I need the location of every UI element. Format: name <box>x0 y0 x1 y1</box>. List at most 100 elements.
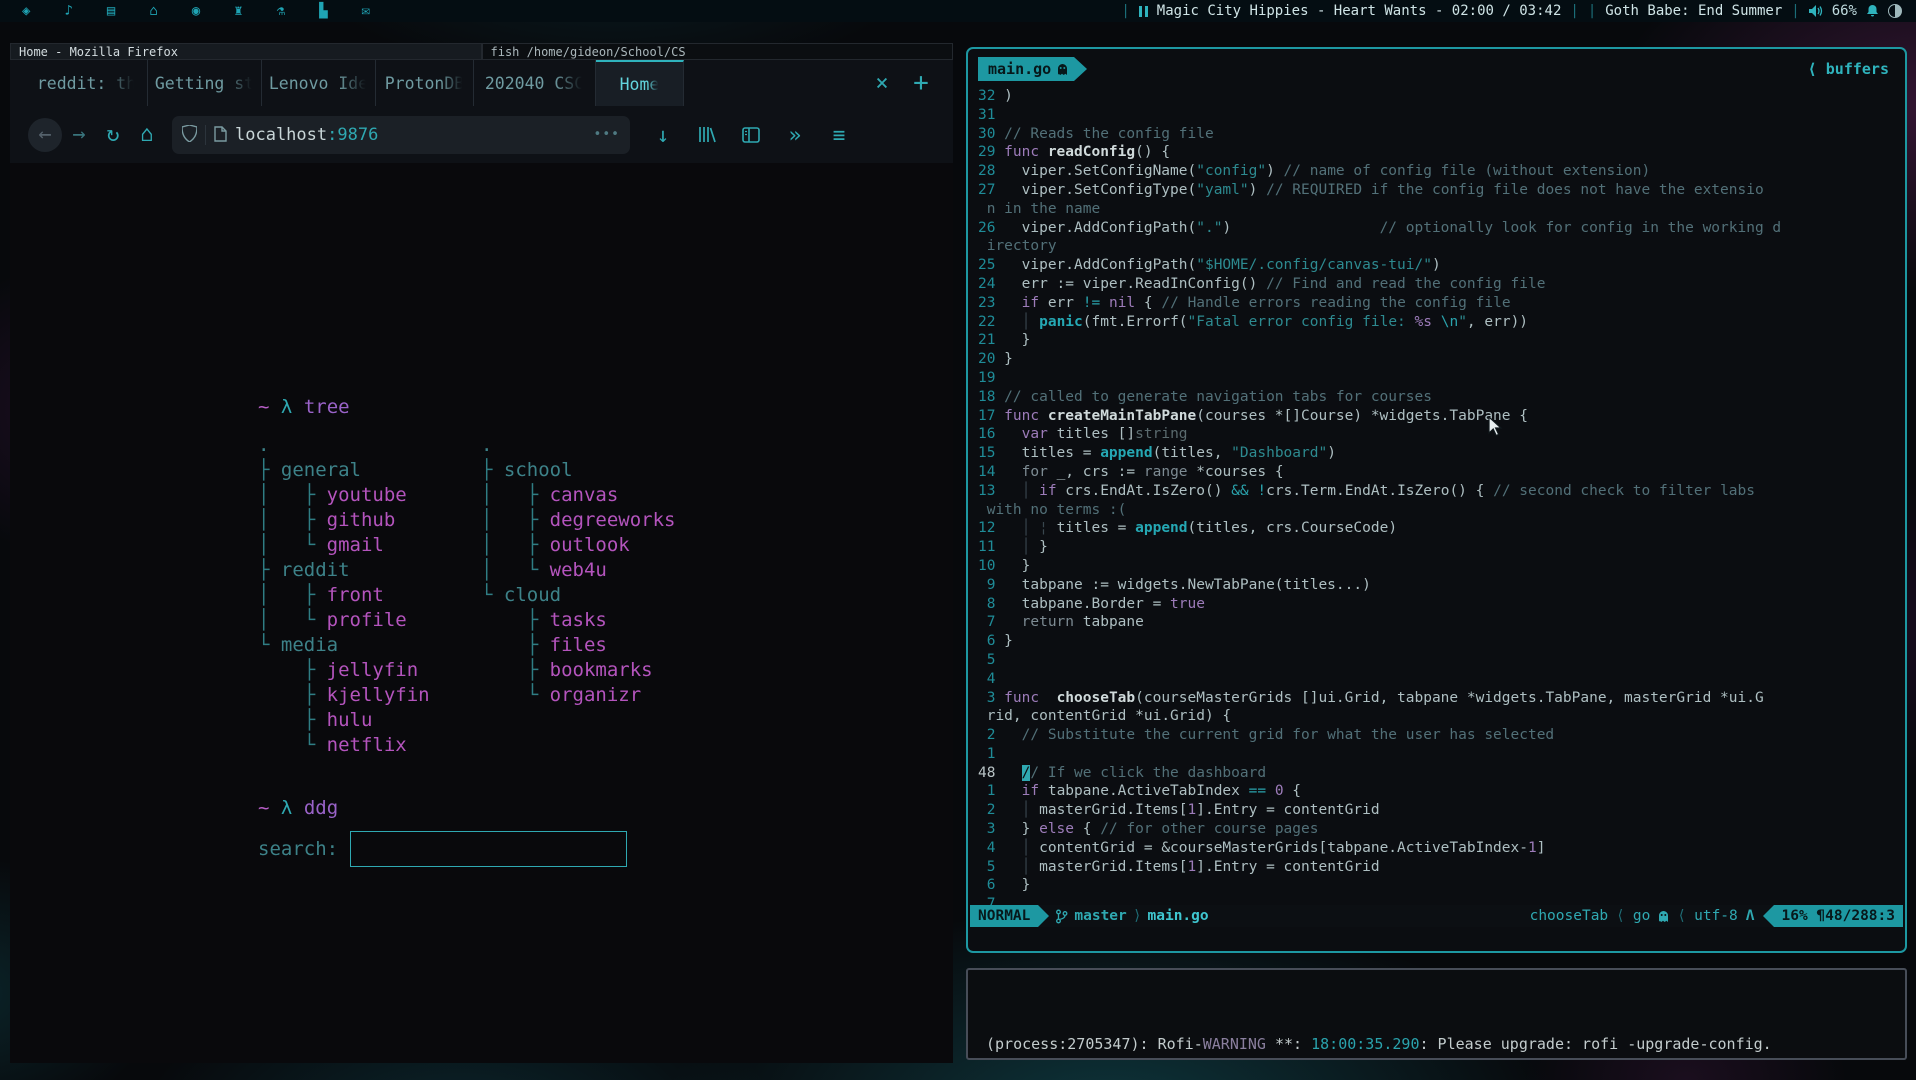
tree-link-gmail[interactable]: │ └ gmail <box>258 533 481 558</box>
tree-link-jellyfin[interactable]: ├ jellyfin <box>258 658 481 683</box>
tree-link-outlook[interactable]: │ ├ outlook <box>481 533 675 558</box>
tree-link-front[interactable]: │ ├ front <box>258 583 481 608</box>
menu-hamburger-icon[interactable]: ≡ <box>822 118 856 152</box>
code-line: 14 for _, crs := range *courses { <box>978 463 1284 480</box>
volume-level: 66% <box>1831 3 1857 19</box>
code-editor[interactable]: 32) 31 30// Reads the config file 29 func re… <box>978 87 1905 914</box>
close-tab-button[interactable]: × <box>865 71 899 96</box>
code-line: 17 func createMainTabPane(courses *[]Cour… <box>978 407 1528 424</box>
tree-link-degreeworks[interactable]: │ ├ degreeworks <box>481 508 675 533</box>
code-line: 21 } <box>978 332 1031 349</box>
browser-tab-2[interactable]: Getting st <box>148 60 262 106</box>
tree-link-organizr[interactable]: └ organizr <box>481 683 675 708</box>
library-icon[interactable] <box>690 118 724 152</box>
shell-prompt-tree: ~ λ tree <box>258 396 350 418</box>
code-line: 1 <box>986 745 996 762</box>
tree-link-kjellyfin[interactable]: ├ kjellyfin <box>258 683 481 708</box>
tree-node-reddit: ├ reddit <box>258 559 350 581</box>
code-line: rid, contentGrid *ui.Grid) { <box>986 708 1232 725</box>
launcher-icon[interactable]: ◈ <box>22 0 30 22</box>
tree-link-bookmarks[interactable]: ├ bookmarks <box>481 658 675 683</box>
up-next: Goth Babe: End Summer <box>1605 3 1783 19</box>
bank-icon[interactable]: ♜ <box>234 0 242 22</box>
go-ghost-icon <box>1058 63 1068 75</box>
tree-link-tasks[interactable]: ├ tasks <box>481 608 675 633</box>
code-line: 27 viper.SetConfigType("yaml") // REQUIR… <box>978 181 1764 198</box>
browser-toolbar: ← → ↻ ⌂ localhost:9876 ••• ↓ » ≡ <box>10 106 953 163</box>
tree-link-netflix[interactable]: └ netflix <box>258 733 481 758</box>
code-line: 18// called to generate navigation tabs … <box>978 388 1432 405</box>
music-icon[interactable]: ♪ <box>64 0 72 22</box>
tree-link-github[interactable]: │ ├ github <box>258 508 481 533</box>
browser-tab-1[interactable]: reddit: th <box>26 60 148 106</box>
statusline-encoding: utf-8 <box>1694 908 1738 924</box>
browser-tab-3[interactable]: Lenovo Ide <box>262 60 376 106</box>
tree-link-files[interactable]: ├ files <box>481 633 675 658</box>
code-line: with no terms :( <box>986 501 1127 518</box>
tree-column-2: . ├ school │ ├ canvas │ ├ degreeworks │ ├ ou… <box>481 433 675 758</box>
back-button[interactable]: ← <box>28 117 62 152</box>
tree-node-school: ├ school <box>481 459 573 481</box>
tree-link-profile[interactable]: │ └ profile <box>258 608 481 633</box>
code-line: 23 if err != nil { // Handle errors read… <box>978 294 1511 311</box>
home-icon[interactable]: ⌂ <box>149 0 157 22</box>
notification-bell-icon[interactable] <box>1866 3 1879 19</box>
new-tab-button[interactable]: + <box>899 68 943 98</box>
download-icon[interactable]: ↓ <box>646 118 680 152</box>
code-line: 16 var titles []string <box>978 426 1188 443</box>
terminal-window[interactable]: (process:2705347): Rofi-WARNING **: 18:0… <box>966 968 1907 1060</box>
browser-tab-4[interactable]: ProtonDB <box>376 60 474 106</box>
page-icon[interactable] <box>214 125 227 144</box>
git-branch: master <box>1074 908 1127 924</box>
code-line: 31 <box>978 106 996 123</box>
bookmark-tree: . ├ general │ ├ youtube │ ├ github │ └ gmail… <box>258 433 953 758</box>
toolbar-right-icons: ↓ » ≡ <box>646 118 856 152</box>
video-icon[interactable]: ▤ <box>107 0 115 22</box>
buffers-label[interactable]: ⟨ buffers <box>1808 60 1889 78</box>
tree-link-canvas[interactable]: │ ├ canvas <box>481 483 675 508</box>
wm-tab-bar: Home - Mozilla Firefox fish /home/gideon… <box>10 43 953 60</box>
page-actions-icon[interactable]: ••• <box>594 127 620 142</box>
tree-node-.: . <box>481 434 493 456</box>
browser-tab-label: Home <box>619 74 660 94</box>
url-port: :9876 <box>327 124 379 145</box>
code-line: irectory <box>986 238 1057 255</box>
home-button[interactable]: ⌂ <box>130 118 164 152</box>
browser-tab-label: Lenovo Ide <box>268 73 369 93</box>
science-icon[interactable]: ⚗ <box>277 0 285 22</box>
url-bar[interactable]: localhost:9876 ••• <box>172 115 630 154</box>
git-branch-icon <box>1056 909 1068 923</box>
location-icon[interactable]: ◉ <box>192 0 200 22</box>
code-line: 6 } <box>986 877 1031 894</box>
chat-icon[interactable]: ✉ <box>362 0 370 22</box>
shield-icon[interactable] <box>182 125 197 144</box>
search-input[interactable] <box>350 831 628 867</box>
theme-toggle-icon[interactable] <box>1888 4 1902 18</box>
wm-tab-fish[interactable]: fish /home/gideon/School/CS <box>481 43 953 60</box>
browser-tab-6[interactable]: Home <box>596 60 684 106</box>
sidebar-toggle-icon[interactable] <box>734 118 768 152</box>
code-line: 10 } <box>978 557 1031 574</box>
wm-tab-firefox[interactable]: Home - Mozilla Firefox <box>10 43 482 60</box>
code-line: 4 │ contentGrid = &courseMasterGrids[tab… <box>986 839 1546 856</box>
volume-icon[interactable] <box>1808 3 1823 19</box>
pause-icon[interactable] <box>1138 5 1148 17</box>
code-line: 20} <box>978 351 1013 368</box>
tree-link-youtube[interactable]: │ ├ youtube <box>258 483 481 508</box>
tree-link-web4u[interactable]: │ └ web4u <box>481 558 675 583</box>
browser-tab-label: reddit: th <box>36 73 137 93</box>
overflow-chevron-icon[interactable]: » <box>778 118 812 152</box>
reload-button[interactable]: ↻ <box>96 118 130 152</box>
shell-prompt-ddg: ~ λ ddg <box>258 797 339 819</box>
tree-link-hulu[interactable]: ├ hulu <box>258 708 481 733</box>
forward-button[interactable]: → <box>62 118 96 152</box>
go-ghost-icon-status <box>1659 910 1669 922</box>
buffer-tab-maingo[interactable]: main.go <box>978 57 1075 81</box>
status-bar-right: | Magic City Hippies - Heart Wants - 02:… <box>1121 3 1916 19</box>
stats-icon[interactable]: ▙ <box>319 0 327 22</box>
code-line: 2 // Substitute the current grid for wha… <box>986 727 1555 744</box>
desktop: { "topbar": { "icons": [ {"name":"launch… <box>0 0 1916 1080</box>
arch-linux-icon: Λ <box>1745 908 1755 924</box>
code-line: 26 viper.AddConfigPath(".") // optionall… <box>978 219 1782 236</box>
browser-tab-5[interactable]: 202040 CSC <box>474 60 596 106</box>
